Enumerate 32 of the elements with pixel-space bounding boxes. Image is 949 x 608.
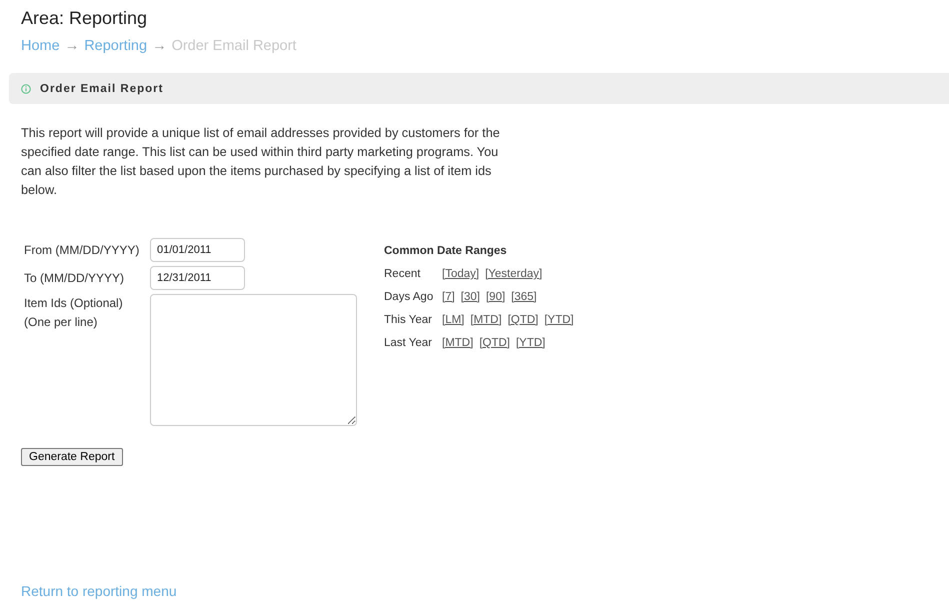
date-range-link[interactable]: [Yesterday]: [485, 265, 542, 283]
generate-report-button[interactable]: Generate Report: [21, 448, 123, 466]
date-range-link[interactable]: [30]: [460, 288, 480, 306]
date-range-label: This Year: [384, 313, 433, 328]
date-input[interactable]: 12/31/2011: [150, 266, 245, 290]
date-range-link[interactable]: [90]: [486, 288, 506, 306]
date-range-link[interactable]: [LM]: [442, 311, 464, 329]
date-range-link[interactable]: [MTD]: [442, 334, 474, 352]
date-range-link[interactable]: [MTD]: [470, 311, 502, 329]
date-range-link[interactable]: [YTD]: [544, 311, 574, 329]
page-title: Area: Reporting: [21, 7, 148, 30]
date-range-link[interactable]: [7]: [442, 288, 455, 306]
field-label: From (MM/DD/YYYY): [24, 242, 140, 259]
date-range-link[interactable]: [Today]: [442, 265, 480, 283]
date-range-link[interactable]: [365]: [511, 288, 537, 306]
breadcrumb-separator: →: [64, 37, 80, 56]
field-hint: (One per line): [24, 314, 98, 331]
field-label: To (MM/DD/YYYY): [24, 270, 126, 287]
field-label: Item Ids (Optional): [24, 295, 124, 312]
panel-title: Order Email Report: [40, 82, 164, 94]
date-range-label: Days Ago: [384, 290, 434, 305]
date-ranges-title: Common Date Ranges: [384, 244, 508, 259]
date-range-link[interactable]: [YTD]: [516, 334, 546, 352]
info-icon: [21, 84, 31, 94]
report-description: This report will provide a unique list of email addresses provided by customers for the specified date range. This list can be used within third party marketing programs. You can also filter the list based upon the items purchased by specifying a list of item ids below.: [21, 125, 501, 199]
date-range-label: Last Year: [384, 336, 433, 351]
date-range-link[interactable]: [QTD]: [508, 311, 538, 329]
date-input[interactable]: 01/01/2011: [150, 238, 245, 262]
breadcrumb-separator: →: [152, 37, 167, 56]
date-range-label: Recent: [384, 267, 422, 282]
item-ids-textarea[interactable]: [150, 294, 357, 426]
date-range-link[interactable]: [QTD]: [479, 334, 510, 352]
